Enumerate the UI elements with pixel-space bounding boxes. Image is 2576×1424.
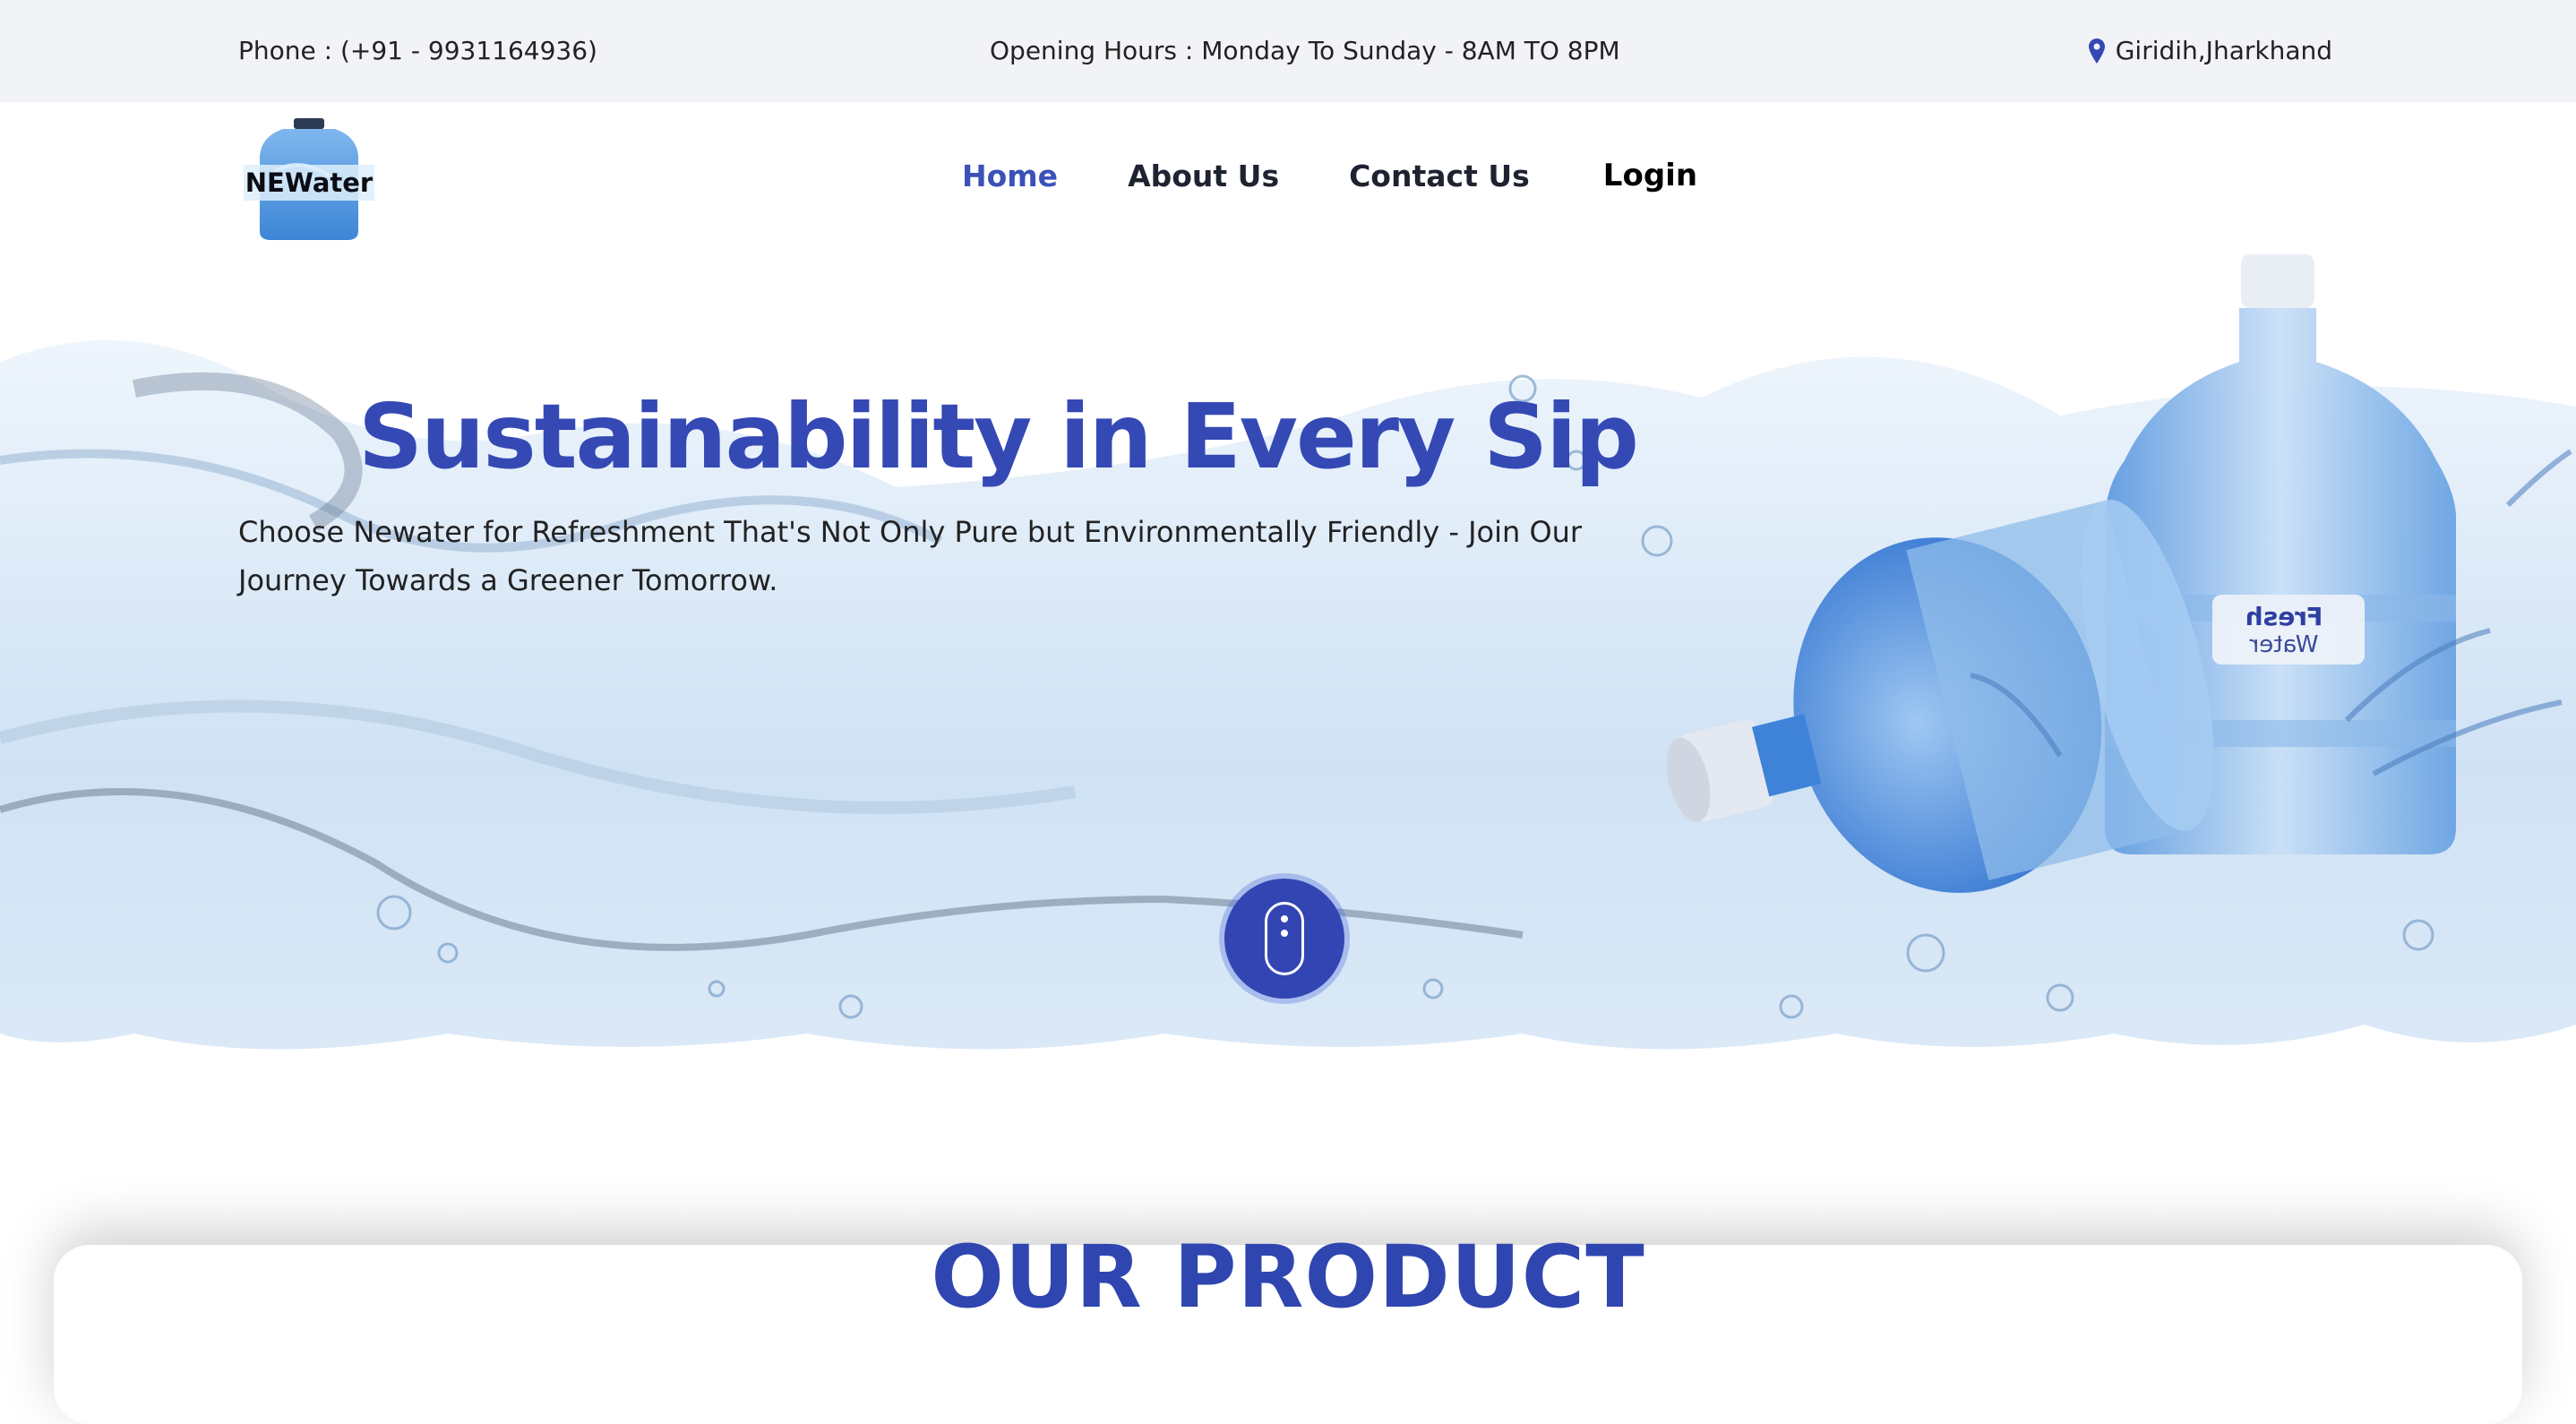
top-info-bar: Phone : (+91 - 9931164936) Opening Hours… [0,0,2576,102]
hero-section: Fresh Water Sustainability in Every Sip … [0,254,2576,1092]
nav-contact-link[interactable]: Contact Us [1349,159,1530,193]
location-text: Giridih,Jharkhand [2115,36,2332,65]
opening-hours-text: Opening Hours : Monday To Sunday - 8AM T… [990,36,1620,65]
nav-login-link[interactable]: Login [1603,158,1697,193]
hero-title: Sustainability in Every Sip [358,384,1639,489]
svg-text:Fresh: Fresh [2245,602,2323,631]
main-nav: Home About Us Contact Us Login [962,158,1697,193]
bottle-label: Fresh Water [2212,595,2365,665]
brand-logo[interactable]: NEWater [238,109,380,244]
product-section-heading: OUR PRODUCT [931,1227,1645,1327]
scroll-down-button[interactable] [1224,879,1344,999]
map-pin-icon [2088,39,2105,64]
svg-text:Water: Water [2249,631,2318,658]
nav-about-link[interactable]: About Us [1128,159,1279,193]
logo-text: NEWater [245,167,374,198]
nav-home-link[interactable]: Home [962,159,1058,193]
mouse-scroll-icon [1265,902,1304,975]
location: Giridih,Jharkhand [2088,32,2332,70]
phone-text: Phone : (+91 - 9931164936) [238,36,597,65]
hero-subtitle: Choose Newater for Refreshment That's No… [238,515,1583,597]
site-header: NEWater Home About Us Contact Us Login [0,102,2576,254]
